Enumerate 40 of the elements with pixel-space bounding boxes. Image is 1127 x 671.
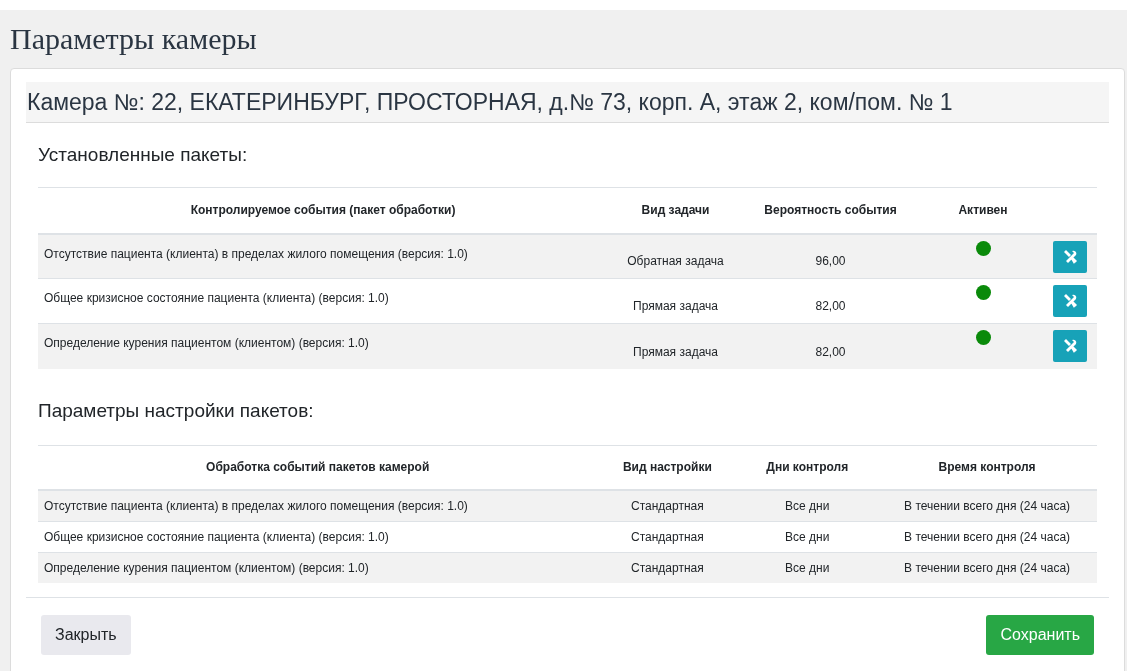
- table-cell: Все дни: [785, 560, 830, 575]
- column-header: Обработка событий пакетов камерой: [206, 460, 430, 475]
- column-header: Активен: [958, 203, 1008, 218]
- table-cell: Определение курения пациентом (клиентом) (версия: 1.0): [44, 336, 369, 350]
- table-cell: Отсутствие пациента (клиента) в пределах жилого помещения (версия: 1.0): [44, 246, 468, 261]
- column-header: Контролируемое события (пакет обработки): [190, 203, 456, 218]
- tools-icon: [1062, 248, 1078, 265]
- table-cell: Прямая задача: [633, 299, 718, 313]
- table-cell: Стандартная: [631, 560, 704, 575]
- table-cell: Отсутствие пациента (клиента) в пределах жилого помещения (версия: 1.0): [44, 498, 468, 513]
- column-header: Дни контроля: [766, 460, 849, 475]
- tools-icon: [1062, 338, 1078, 354]
- settings-button[interactable]: [1053, 285, 1087, 317]
- section-heading: Параметры настройки пакетов:: [38, 398, 315, 423]
- table-cell: Стандартная: [631, 498, 704, 513]
- table-cell: В течении всего дня (24 часа): [904, 498, 1071, 513]
- table-cell: В течении всего дня (24 часа): [904, 560, 1071, 575]
- settings-button[interactable]: [1053, 330, 1087, 362]
- table-cell: 82,00: [815, 344, 846, 359]
- page-title: Параметры камеры: [10, 21, 258, 57]
- column-header: Время контроля: [938, 460, 1036, 475]
- column-header: Вид настройки: [622, 460, 712, 475]
- close-button[interactable]: Закрыть: [41, 615, 131, 655]
- table-cell: 96,00: [815, 254, 846, 268]
- tools-icon: [1062, 293, 1078, 309]
- table-cell: Общее кризисное состояние пациента (клиента) (версия: 1.0): [44, 529, 389, 544]
- table-cell: Определение курения пациентом (клиентом) (версия: 1.0): [44, 560, 369, 575]
- table-cell: Все дни: [785, 529, 830, 544]
- section-heading: Установленные пакеты:: [38, 143, 249, 167]
- table-cell: Прямая задача: [633, 344, 718, 359]
- column-header: Вид задачи: [641, 203, 710, 218]
- column-header: Вероятность события: [764, 203, 897, 218]
- table-cell: Обратная задача: [627, 254, 724, 268]
- table-cell: Общее кризисное состояние пациента (клиента) (версия: 1.0): [44, 291, 389, 305]
- table-cell: Все дни: [785, 498, 830, 513]
- table-cell: Стандартная: [631, 529, 704, 544]
- table-cell: 82,00: [815, 299, 846, 313]
- table-cell: В течении всего дня (24 часа): [904, 529, 1071, 544]
- settings-button[interactable]: [1053, 240, 1087, 273]
- camera-header: Камера №: 22, ЕКАТЕРИНБУРГ, ПРОСТОРНАЯ, д.№ 73, корп. А, этаж 2, ком/пом. № 1: [26, 82, 1109, 123]
